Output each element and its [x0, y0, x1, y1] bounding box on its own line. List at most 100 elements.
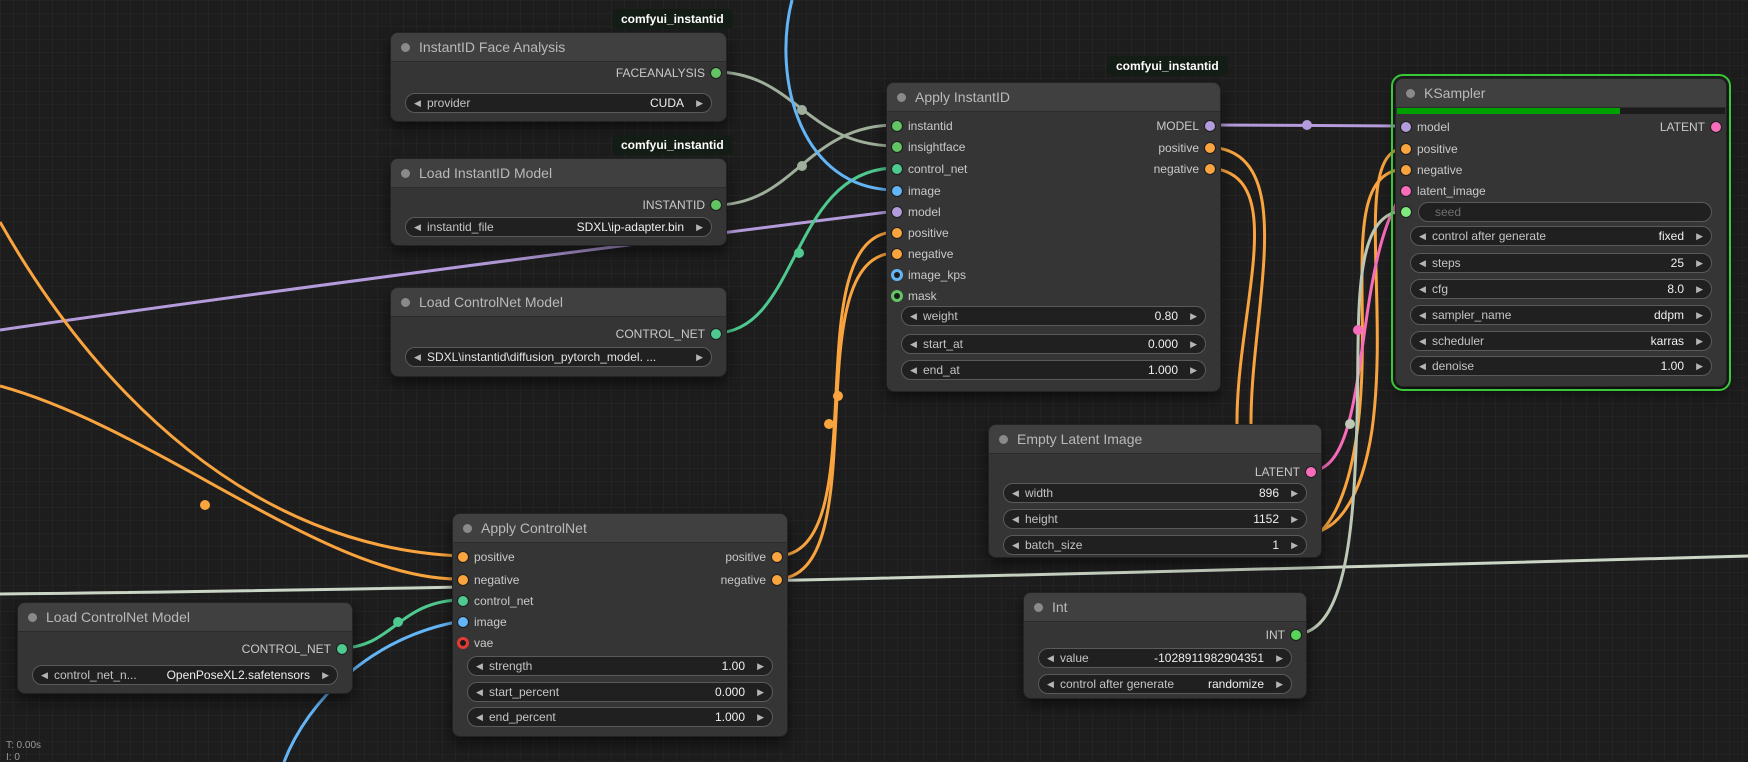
stepper-left-icon[interactable]: ◀	[1047, 679, 1060, 690]
widget-weight[interactable]: ◀ weight 0.80 ▶	[901, 306, 1206, 326]
widget-controlnet-file[interactable]: ◀ SDXL\instantid\diffusion_pytorch_model…	[405, 347, 712, 367]
node-apply-controlnet[interactable]: Apply ControlNet positive negative contr…	[452, 513, 788, 737]
output-slot[interactable]: INSTANTID	[370, 195, 726, 215]
collapse-dot-icon[interactable]	[401, 298, 410, 307]
output-dot-latent[interactable]	[1305, 466, 1317, 478]
input-dot-negative[interactable]	[457, 574, 469, 586]
stepper-left-icon[interactable]: ◀	[414, 98, 427, 109]
stepper-left-icon[interactable]: ◀	[41, 670, 54, 681]
widget-batch-size[interactable]: ◀ batch_size 1 ▶	[1003, 535, 1307, 555]
widget-seed[interactable]: seed	[1418, 202, 1712, 222]
stepper-right-icon[interactable]: ▶	[1690, 231, 1703, 242]
input-dot-mask[interactable]	[891, 290, 903, 302]
stepper-right-icon[interactable]: ▶	[1690, 361, 1703, 372]
input-dot-positive[interactable]	[457, 551, 469, 563]
stepper-left-icon[interactable]: ◀	[476, 661, 489, 672]
input-dot-negative[interactable]	[1400, 164, 1412, 176]
input-slot[interactable]: vae	[453, 633, 493, 653]
stepper-left-icon[interactable]: ◀	[1012, 540, 1025, 551]
output-slot[interactable]: LATENT	[968, 462, 1321, 482]
input-slot[interactable]: model	[1396, 117, 1450, 137]
input-dot-image[interactable]	[457, 616, 469, 628]
node-ksampler[interactable]: KSampler model positive negative latent_…	[1395, 78, 1727, 387]
widget-denoise[interactable]: ◀ denoise 1.00 ▶	[1410, 356, 1712, 376]
input-slot[interactable]: negative	[887, 244, 953, 264]
wire-positive-to-apply-controlnet[interactable]	[0, 222, 462, 556]
stepper-left-icon[interactable]: ◀	[1012, 488, 1025, 499]
widget-scheduler[interactable]: ◀ scheduler karras ▶	[1410, 331, 1712, 351]
node-load-instantid-model[interactable]: Load InstantID Model INSTANTID ◀ instant…	[390, 158, 727, 246]
stepper-left-icon[interactable]: ◀	[1419, 284, 1432, 295]
stepper-left-icon[interactable]: ◀	[414, 352, 427, 363]
stepper-right-icon[interactable]: ▶	[751, 687, 764, 698]
input-slot[interactable]: control_net	[887, 159, 967, 179]
stepper-left-icon[interactable]: ◀	[1012, 514, 1025, 525]
stepper-right-icon[interactable]: ▶	[1270, 679, 1283, 690]
output-dot-positive[interactable]	[1204, 142, 1216, 154]
output-slot[interactable]: CONTROL_NET	[0, 639, 352, 659]
output-slot[interactable]: MODEL	[1049, 116, 1220, 136]
collapse-dot-icon[interactable]	[401, 43, 410, 52]
widget-strength[interactable]: ◀ strength 1.00 ▶	[467, 656, 773, 676]
collapse-dot-icon[interactable]	[401, 169, 410, 178]
stepper-right-icon[interactable]: ▶	[751, 712, 764, 723]
output-slot[interactable]: FACEANALYSIS	[370, 63, 726, 83]
stepper-right-icon[interactable]: ▶	[751, 661, 764, 672]
node-title-bar[interactable]: Apply InstantID	[887, 83, 1220, 112]
stepper-left-icon[interactable]: ◀	[414, 222, 427, 233]
output-dot-instantid[interactable]	[710, 199, 722, 211]
widget-sampler-name[interactable]: ◀ sampler_name ddpm ▶	[1410, 305, 1712, 325]
widget-value[interactable]: ◀ value -1028911982904351 ▶	[1038, 648, 1292, 668]
input-slot[interactable]: latent_image	[1396, 181, 1486, 201]
output-dot-negative[interactable]	[771, 574, 783, 586]
stepper-left-icon[interactable]: ◀	[910, 311, 923, 322]
output-dot-control-net[interactable]	[336, 643, 348, 655]
input-dot-insightface[interactable]	[891, 141, 903, 153]
input-dot-vae[interactable]	[457, 637, 469, 649]
input-dot-negative[interactable]	[891, 248, 903, 260]
output-slot[interactable]: negative	[616, 570, 787, 590]
output-dot-positive[interactable]	[771, 551, 783, 563]
stepper-left-icon[interactable]: ◀	[1419, 231, 1432, 242]
stepper-right-icon[interactable]: ▶	[1184, 311, 1197, 322]
stepper-right-icon[interactable]: ▶	[1184, 339, 1197, 350]
input-dot-instantid[interactable]	[891, 120, 903, 132]
input-slot[interactable]: model	[887, 202, 941, 222]
output-dot-negative[interactable]	[1204, 163, 1216, 175]
output-dot-control-net[interactable]	[710, 328, 722, 340]
wire-cn-negative-to-instantid[interactable]	[776, 253, 896, 579]
collapse-dot-icon[interactable]	[1034, 603, 1043, 612]
widget-provider[interactable]: ◀ provider CUDA ▶	[405, 93, 712, 113]
node-instantid-face-analysis[interactable]: InstantID Face Analysis FACEANALYSIS ◀ p…	[390, 32, 727, 122]
input-dot-latent-image[interactable]	[1400, 185, 1412, 197]
output-slot[interactable]: positive	[616, 547, 787, 567]
input-slot[interactable]: image_kps	[887, 265, 966, 285]
stepper-right-icon[interactable]: ▶	[1285, 540, 1298, 551]
widget-instantid-file[interactable]: ◀ instantid_file SDXL\ip-adapter.bin ▶	[405, 217, 712, 237]
widget-height[interactable]: ◀ height 1152 ▶	[1003, 509, 1307, 529]
node-load-controlnet-model[interactable]: Load ControlNet Model CONTROL_NET ◀ SDXL…	[390, 287, 727, 377]
widget-start-at[interactable]: ◀ start_at 0.000 ▶	[901, 334, 1206, 354]
stepper-right-icon[interactable]: ▶	[690, 352, 703, 363]
stepper-right-icon[interactable]: ▶	[690, 222, 703, 233]
node-title-bar[interactable]: Load ControlNet Model	[18, 603, 352, 632]
stepper-right-icon[interactable]: ▶	[1285, 488, 1298, 499]
stepper-left-icon[interactable]: ◀	[1419, 361, 1432, 372]
input-slot[interactable]: positive	[1396, 139, 1458, 159]
input-dot-positive[interactable]	[1400, 143, 1412, 155]
stepper-right-icon[interactable]: ▶	[1270, 653, 1283, 664]
widget-cfg[interactable]: ◀ cfg 8.0 ▶	[1410, 279, 1712, 299]
output-slot[interactable]: CONTROL_NET	[370, 324, 726, 344]
stepper-left-icon[interactable]: ◀	[1419, 310, 1432, 321]
stepper-left-icon[interactable]: ◀	[1047, 653, 1060, 664]
input-slot[interactable]: mask	[887, 286, 937, 306]
stepper-left-icon[interactable]: ◀	[476, 687, 489, 698]
input-slot[interactable]: image	[887, 181, 941, 201]
stepper-left-icon[interactable]: ◀	[910, 339, 923, 350]
stepper-left-icon[interactable]: ◀	[1419, 336, 1432, 347]
input-dot-image[interactable]	[891, 185, 903, 197]
widget-end-percent[interactable]: ◀ end_percent 1.000 ▶	[467, 707, 773, 727]
output-slot[interactable]: positive	[1049, 138, 1220, 158]
input-dot-positive[interactable]	[891, 227, 903, 239]
input-slot[interactable]: positive	[887, 223, 949, 243]
